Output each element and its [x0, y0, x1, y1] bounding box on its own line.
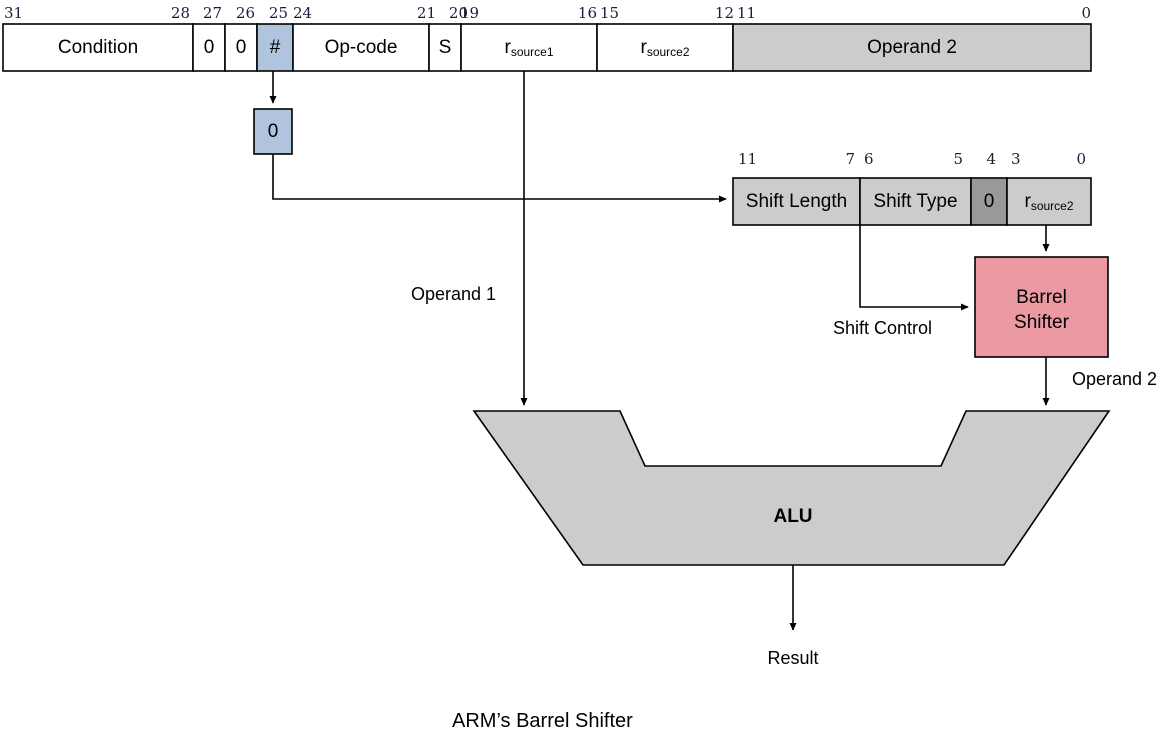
bit-label-27: 27 [202, 4, 222, 22]
field-shift-length [732, 177, 861, 226]
bit-label-25: 25 [268, 4, 288, 22]
shift-bit-label-3: 3 [1011, 150, 1021, 168]
figure-caption: ARM’s Barrel Shifter [452, 710, 633, 732]
alu-label: ALU [773, 506, 813, 527]
wire-shift-control-to-barrel-shifter [859, 225, 969, 311]
immediate-zero-box [253, 108, 293, 155]
bit-label-19: 19 [460, 4, 480, 22]
field-rsource1 [460, 23, 598, 72]
wire-immediate-to-shift-word [272, 154, 727, 203]
field-rsource2 [596, 23, 734, 72]
shift-word-cells [732, 177, 1092, 226]
field-opcode [292, 23, 430, 72]
field-condition [2, 23, 194, 72]
alu-block [472, 410, 1111, 566]
shift-control-label: Shift Control [833, 318, 933, 338]
bit-label-16: 16 [577, 4, 597, 22]
operand2-label: Operand 2 [1072, 369, 1158, 389]
bit-label-21: 21 [416, 4, 436, 22]
field-bit27-zero [192, 23, 226, 72]
field-operand2 [732, 23, 1092, 72]
field-shift-bit4-zero [970, 177, 1008, 226]
shift-bit-label-6: 6 [864, 150, 874, 168]
diagram-canvas: 31 28 27 26 25 24 21 20 19 16 15 12 11 0… [0, 0, 1172, 748]
bit-label-24: 24 [293, 4, 313, 22]
field-shift-rsource2 [1006, 177, 1092, 226]
bit-label-0: 0 [1081, 4, 1091, 22]
instruction-word-cells [2, 23, 1092, 72]
field-s-bit [428, 23, 462, 72]
bit-label-11: 11 [737, 4, 757, 22]
bit-label-31: 31 [4, 4, 24, 22]
bit-label-26: 26 [235, 4, 255, 22]
shift-bit-label-7: 7 [845, 150, 855, 168]
shift-bit-label-11: 11 [738, 150, 758, 168]
bit-label-15: 15 [600, 4, 620, 22]
shift-bit-label-5: 5 [953, 150, 963, 168]
field-immediate-hash [256, 23, 294, 72]
shift-bit-label-0: 0 [1076, 150, 1086, 168]
operand1-label: Operand 1 [411, 284, 497, 304]
result-label: Result [767, 648, 819, 668]
field-bit26-zero [224, 23, 258, 72]
bit-label-28: 28 [170, 4, 190, 22]
diagram-vector-layer [2, 23, 1111, 631]
barrel-shifter-block [974, 256, 1109, 358]
shift-bit-label-4: 4 [986, 150, 996, 168]
field-shift-type [859, 177, 972, 226]
bit-label-12: 12 [714, 4, 734, 22]
